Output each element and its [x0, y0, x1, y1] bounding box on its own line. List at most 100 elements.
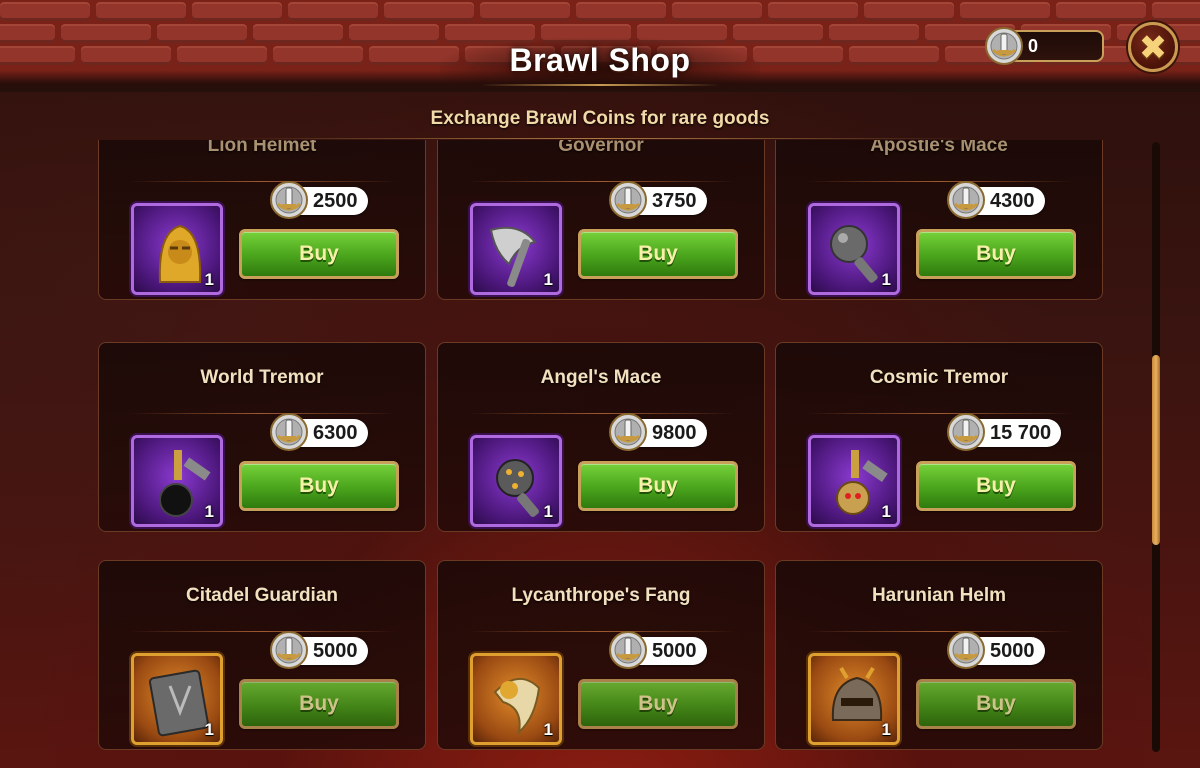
wall-brick	[177, 46, 267, 65]
price-value: 9800	[652, 422, 697, 444]
item-slot[interactable]: 1	[131, 435, 223, 527]
card-divider	[468, 413, 736, 414]
wall-brick	[96, 2, 186, 21]
shop-item-card: World Tremor 1 6300 Buy	[98, 342, 426, 532]
item-slot[interactable]: 1	[470, 653, 562, 745]
item-name: Lycanthrope's Fang	[511, 585, 691, 606]
wall-brick	[273, 46, 363, 65]
card-divider	[468, 181, 736, 182]
price-value: 5000	[652, 640, 697, 662]
shop-item-card: Harunian Helm 1 5000 Buy	[775, 560, 1103, 750]
item-slot[interactable]: 1	[808, 435, 900, 527]
brawl-coin-icon	[947, 631, 985, 669]
item-price: 6300	[270, 413, 368, 451]
shop-item-card: Apostle's Mace 1 4300 Buy	[775, 140, 1103, 300]
wall-brick	[61, 24, 151, 43]
wall-brick	[0, 46, 75, 65]
brawl-coin-icon	[270, 631, 308, 669]
shop-item-card: Angel's Mace 1 9800 Buy	[437, 342, 765, 532]
buy-button[interactable]: Buy	[916, 229, 1076, 279]
shop-item-card: Governor 1 3750 Buy	[437, 140, 765, 300]
wall-brick	[1152, 2, 1200, 21]
item-name: World Tremor	[200, 367, 324, 388]
wall-brick	[253, 24, 343, 43]
price-value: 6300	[313, 422, 358, 444]
wall-brick	[81, 46, 171, 65]
scrollbar-thumb[interactable]	[1152, 355, 1160, 545]
price-value: 2500	[313, 190, 358, 212]
brawl-coin-icon	[947, 181, 985, 219]
subtitle-divider	[230, 138, 970, 139]
buy-button[interactable]: Buy	[239, 229, 399, 279]
wall-brick	[0, 24, 55, 43]
item-quantity: 1	[881, 502, 891, 521]
item-slot[interactable]: 1	[808, 653, 900, 745]
card-divider	[468, 631, 736, 632]
brawl-coin-icon	[984, 26, 1024, 66]
item-name: Angel's Mace	[540, 367, 662, 388]
buy-button[interactable]: Buy	[916, 679, 1076, 729]
item-quantity: 1	[543, 720, 553, 739]
item-price: 4300	[947, 181, 1045, 219]
wall-brick	[829, 24, 919, 43]
item-slot[interactable]: 1	[808, 203, 900, 295]
wall-brick	[192, 2, 282, 21]
buy-button[interactable]: Buy	[578, 461, 738, 511]
wall-brick	[864, 2, 954, 21]
price-value: 5000	[990, 640, 1035, 662]
card-divider	[129, 413, 397, 414]
price-value: 3750	[652, 190, 697, 212]
price-value: 5000	[313, 640, 358, 662]
buy-button[interactable]: Buy	[916, 461, 1076, 511]
wall-brick	[672, 2, 762, 21]
wall-brick	[753, 46, 843, 65]
brawl-coin-icon	[609, 631, 647, 669]
wall-brick	[157, 24, 247, 43]
item-quantity: 1	[204, 270, 214, 289]
item-price: 5000	[270, 631, 368, 669]
item-slot[interactable]: 1	[470, 435, 562, 527]
page-title: Brawl Shop	[509, 42, 691, 78]
wall-brick	[288, 2, 378, 21]
buy-button[interactable]: Buy	[239, 679, 399, 729]
shop-grid[interactable]: Lion Helmet 1 2500 Buy Governor 1 3750 Buy Apost…	[98, 140, 1104, 760]
buy-button[interactable]: Buy	[239, 461, 399, 511]
item-name: Citadel Guardian	[185, 585, 339, 606]
item-name: Governor	[558, 140, 644, 156]
close-button[interactable]: ✖	[1128, 22, 1178, 72]
item-slot[interactable]: 1	[131, 653, 223, 745]
title-divider	[480, 84, 720, 86]
card-divider	[129, 631, 397, 632]
shop-subtitle: Exchange Brawl Coins for rare goods	[430, 108, 770, 129]
buy-button[interactable]: Buy	[578, 229, 738, 279]
item-price: 15 700	[947, 413, 1062, 451]
close-icon: ✖	[1138, 29, 1168, 67]
item-slot[interactable]: 1	[131, 203, 223, 295]
card-divider	[806, 413, 1074, 414]
item-quantity: 1	[543, 270, 553, 289]
item-name: Lion Helmet	[207, 140, 317, 156]
item-name: Cosmic Tremor	[869, 367, 1009, 388]
wall-brick	[960, 2, 1050, 21]
item-quantity: 1	[204, 502, 214, 521]
brawl-coin-icon	[947, 413, 985, 451]
card-divider	[806, 181, 1074, 182]
item-slot[interactable]: 1	[470, 203, 562, 295]
item-price: 9800	[609, 413, 707, 451]
wall-brick	[384, 2, 474, 21]
price-value: 4300	[990, 190, 1035, 212]
item-price: 5000	[609, 631, 707, 669]
shop-item-card: Cosmic Tremor 1 15 700 Buy	[775, 342, 1103, 532]
item-quantity: 1	[881, 270, 891, 289]
buy-button[interactable]: Buy	[578, 679, 738, 729]
wall-brick	[480, 2, 570, 21]
brawl-coin-icon	[270, 413, 308, 451]
item-price: 3750	[609, 181, 707, 219]
price-value: 15 700	[990, 422, 1052, 444]
wall-brick	[768, 2, 858, 21]
card-divider	[129, 181, 397, 182]
brawl-coin-icon	[270, 181, 308, 219]
card-divider	[806, 631, 1074, 632]
item-name: Apostle's Mace	[870, 140, 1008, 156]
wall-brick	[349, 24, 439, 43]
